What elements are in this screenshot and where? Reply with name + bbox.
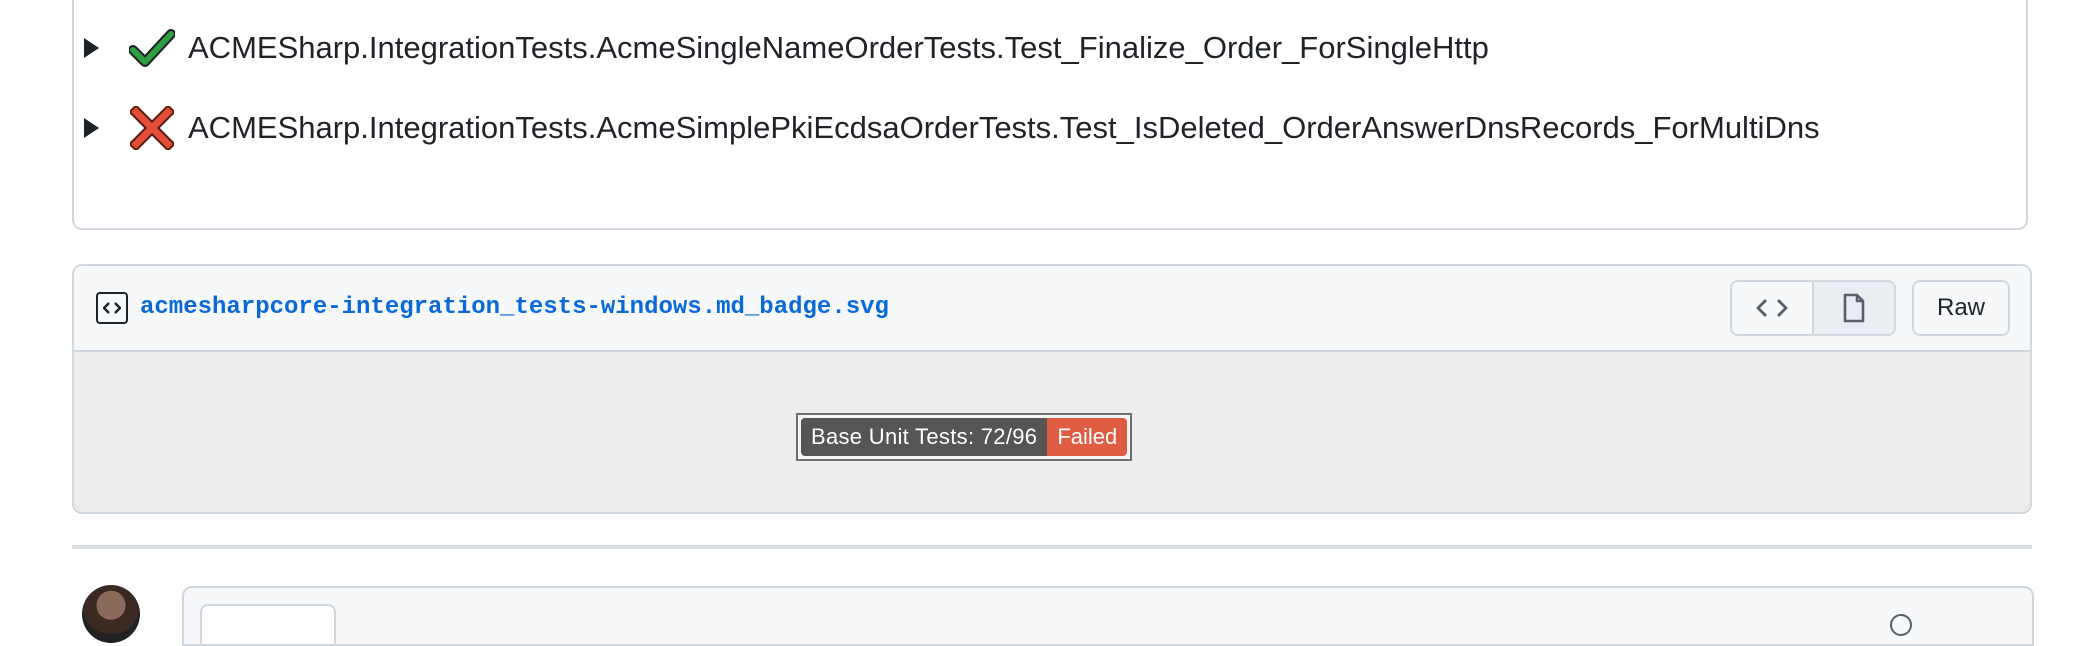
file-code-icon: [96, 292, 128, 324]
badge-label: Base Unit Tests: 72/96: [801, 418, 1048, 456]
comment-tab[interactable]: [200, 604, 336, 644]
file-panel: acmesharpcore-integration_tests-windows.…: [72, 264, 2032, 514]
view-toggle-group: [1730, 280, 1896, 336]
comment-box: [182, 586, 2034, 646]
expand-caret-icon[interactable]: [80, 115, 102, 141]
code-view-icon[interactable]: [1732, 282, 1812, 334]
comment-options-icon[interactable]: [1890, 614, 1912, 636]
test-name: ACMESharp.IntegrationTests.AcmeSingleNam…: [188, 30, 1489, 65]
avatar[interactable]: [82, 585, 140, 643]
section-divider: [72, 545, 2032, 549]
test-row-passed[interactable]: ACMESharp.IntegrationTests.AcmeSingleNam…: [80, 18, 1489, 78]
badge-status: Failed: [1047, 418, 1128, 456]
expand-caret-icon[interactable]: [80, 35, 102, 61]
check-icon: [128, 24, 176, 72]
cross-icon: [128, 104, 176, 152]
file-header: acmesharpcore-integration_tests-windows.…: [74, 266, 2030, 352]
test-name: ACMESharp.IntegrationTests.AcmeSimplePki…: [188, 110, 1820, 145]
file-preview-icon[interactable]: [1812, 282, 1894, 334]
file-name-link[interactable]: acmesharpcore-integration_tests-windows.…: [140, 294, 889, 321]
raw-button[interactable]: Raw: [1912, 280, 2010, 336]
test-row-failed[interactable]: ACMESharp.IntegrationTests.AcmeSimplePki…: [80, 98, 1820, 158]
test-badge: Base Unit Tests: 72/96 Failed: [796, 413, 1133, 461]
